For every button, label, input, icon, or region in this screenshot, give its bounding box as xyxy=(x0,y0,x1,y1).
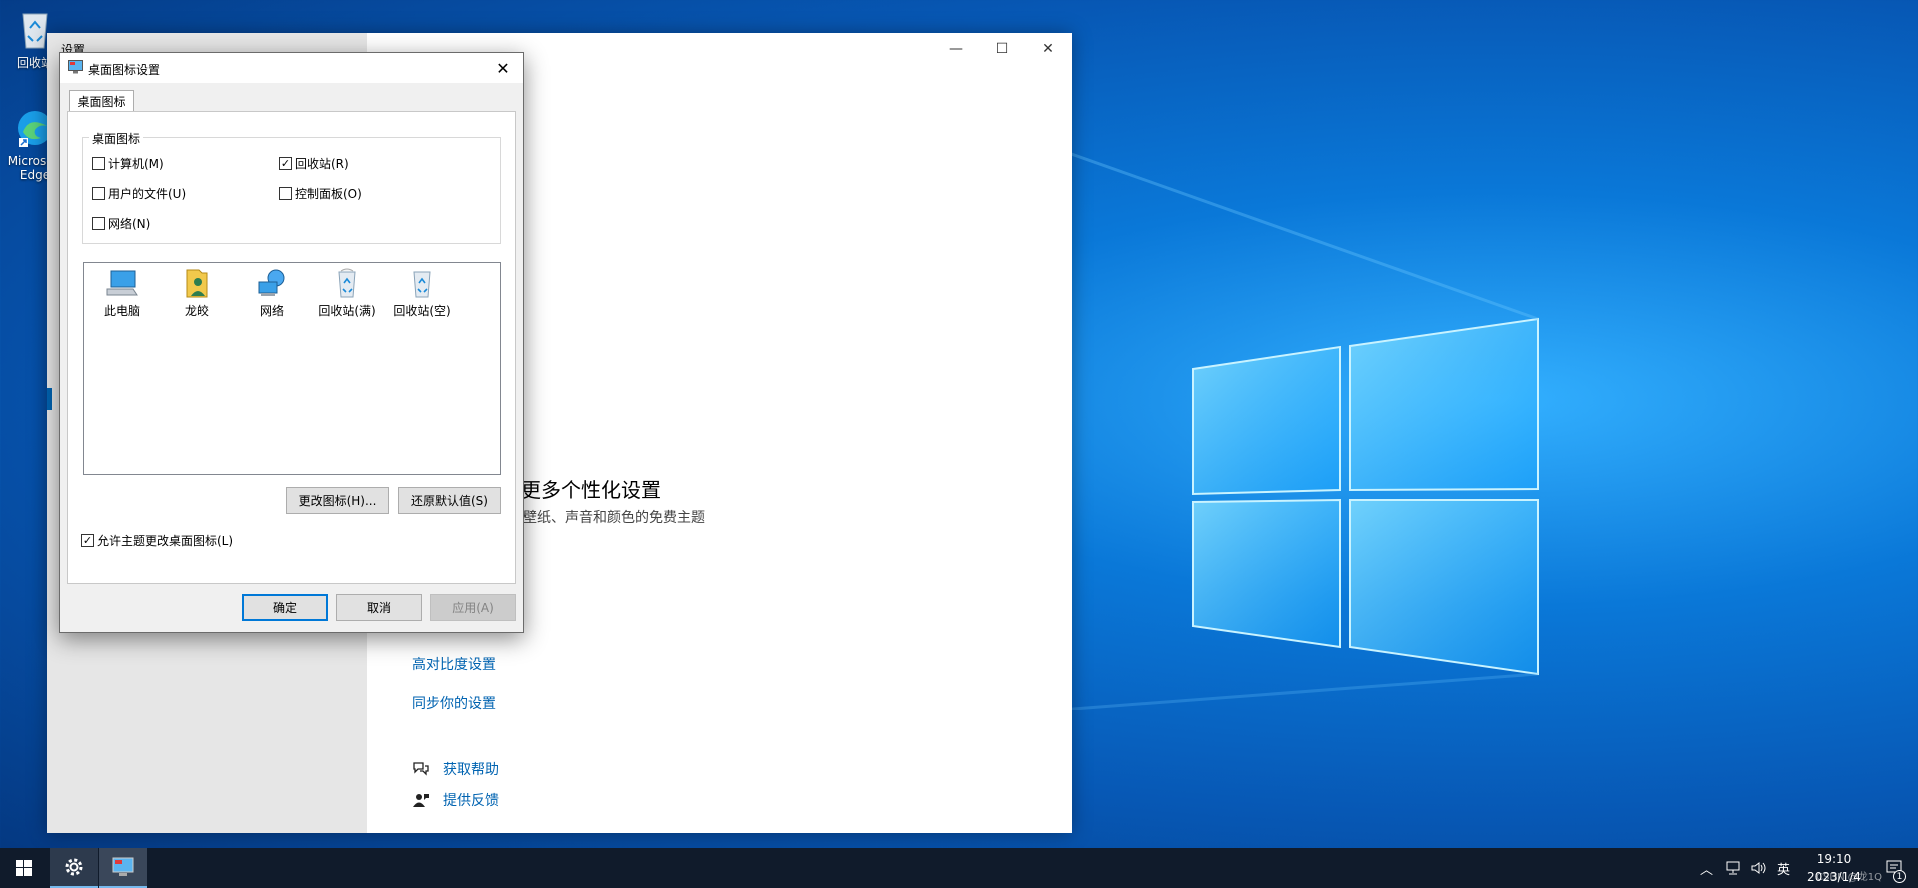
computer-checkbox[interactable]: 计算机(M) xyxy=(92,155,164,172)
icon-item-recycle-empty[interactable]: 回收站(空) xyxy=(386,267,458,319)
taskbar: ︿ 英 19:10 2023/1/4 CSDN @龙1Q 1 xyxy=(0,848,1918,888)
checkbox-box[interactable] xyxy=(92,217,105,230)
tab-pane: 桌面图标 计算机(M) ✓ 回收站(R) 用户的文件(U) 控制面板(O) 网络… xyxy=(67,111,516,584)
help-chat-icon xyxy=(413,762,429,776)
start-button[interactable] xyxy=(0,848,48,888)
network-tray-icon[interactable] xyxy=(1725,861,1741,875)
icon-item-network[interactable]: 网络 xyxy=(236,267,308,319)
network-checkbox[interactable]: 网络(N) xyxy=(92,215,150,232)
icon-item-label: 龙皎 xyxy=(184,304,209,318)
nav-selection-indicator xyxy=(47,388,52,410)
gear-icon xyxy=(65,858,83,876)
icon-item-label: 此电脑 xyxy=(103,304,140,318)
watermark: CSDN @龙1Q xyxy=(1816,872,1882,883)
icon-item-user-folder[interactable]: 龙皎 xyxy=(161,267,233,319)
feedback-icon xyxy=(413,794,429,807)
chevron-up-icon[interactable]: ︿ xyxy=(1700,859,1713,878)
notification-center-button[interactable]: 1 xyxy=(1876,848,1912,888)
checkbox-label: 网络(N) xyxy=(108,217,151,231)
group-legend: 桌面图标 xyxy=(89,130,144,147)
desktop-settings-app-icon xyxy=(68,60,83,74)
checkbox-box[interactable] xyxy=(92,157,105,170)
clock-time: 19:10 xyxy=(1816,852,1852,866)
icon-item-label: 回收站(满) xyxy=(318,304,376,318)
network-icon xyxy=(258,269,285,296)
change-icon-button[interactable]: 更改图标(H)... xyxy=(286,487,389,514)
icon-item-label: 网络 xyxy=(259,304,284,318)
checkbox-label: 允许主题更改桌面图标(L) xyxy=(97,534,234,548)
checkbox-label: 计算机(M) xyxy=(108,157,164,171)
recycle-bin-checkbox[interactable]: ✓ 回收站(R) xyxy=(279,155,349,172)
desktop-icons-group: 桌面图标 计算机(M) ✓ 回收站(R) 用户的文件(U) 控制面板(O) 网络… xyxy=(82,130,501,244)
control-panel-checkbox[interactable]: 控制面板(O) xyxy=(279,185,362,202)
taskbar-desktop-icon-settings-app[interactable] xyxy=(99,848,147,888)
high-contrast-settings-link[interactable]: 高对比度设置 xyxy=(412,654,496,674)
system-tray: ︿ 英 xyxy=(1700,848,1790,888)
dialog-title: 桌面图标设置 xyxy=(88,63,161,77)
checkbox-label: 回收站(R) xyxy=(295,157,349,171)
recycle-bin-empty-icon xyxy=(413,271,431,298)
checkbox-label: 控制面板(O) xyxy=(295,187,362,201)
sync-settings-link[interactable]: 同步你的设置 xyxy=(412,693,496,713)
desktop-icon-settings-dialog: 桌面图标设置 ✕ 桌面图标 桌面图标 计算机(M) ✓ 回收站(R) 用户的文件… xyxy=(59,52,524,633)
taskbar-settings-app[interactable] xyxy=(50,848,98,888)
user-folder-icon xyxy=(186,269,208,298)
windows-start-icon xyxy=(16,860,32,876)
get-help-link[interactable]: 获取帮助 xyxy=(443,759,499,779)
apply-button[interactable]: 应用(A) xyxy=(430,594,516,621)
tab-desktop-icons[interactable]: 桌面图标 xyxy=(69,90,134,112)
feedback-link[interactable]: 提供反馈 xyxy=(443,790,499,810)
ok-button[interactable]: 确定 xyxy=(242,594,328,621)
feedback-row[interactable]: 提供反馈 xyxy=(412,790,499,810)
dialog-titlebar[interactable]: 桌面图标设置 ✕ xyxy=(60,53,523,83)
checkbox-box[interactable] xyxy=(279,187,292,200)
checkbox-box-checked[interactable]: ✓ xyxy=(279,157,292,170)
this-pc-icon xyxy=(106,270,138,296)
desktop-settings-app-icon xyxy=(112,857,134,876)
get-help-row[interactable]: 获取帮助 xyxy=(412,759,499,779)
checkbox-box-checked[interactable]: ✓ xyxy=(81,534,94,547)
notification-count-badge: 1 xyxy=(1893,870,1906,883)
ime-indicator[interactable]: 英 xyxy=(1777,859,1790,878)
user-files-checkbox[interactable]: 用户的文件(U) xyxy=(92,185,186,202)
volume-icon[interactable] xyxy=(1751,861,1767,875)
windows-logo-wallpaper xyxy=(1060,150,1539,710)
icon-item-label: 回收站(空) xyxy=(393,304,451,318)
checkbox-box[interactable] xyxy=(92,187,105,200)
cancel-button[interactable]: 取消 xyxy=(336,594,422,621)
recycle-bin-full-icon xyxy=(338,268,356,298)
checkbox-label: 用户的文件(U) xyxy=(108,187,187,201)
icon-item-recycle-full[interactable]: 回收站(满) xyxy=(311,267,383,319)
restore-default-button[interactable]: 还原默认值(S) xyxy=(398,487,501,514)
dialog-close-button[interactable]: ✕ xyxy=(483,53,523,83)
icon-list[interactable]: 此电脑 龙皎 网络 回收站(满) 回收站(空) xyxy=(83,262,501,475)
allow-themes-checkbox[interactable]: ✓ 允许主题更改桌面图标(L) xyxy=(81,532,233,549)
icon-item-this-pc[interactable]: 此电脑 xyxy=(86,267,158,319)
